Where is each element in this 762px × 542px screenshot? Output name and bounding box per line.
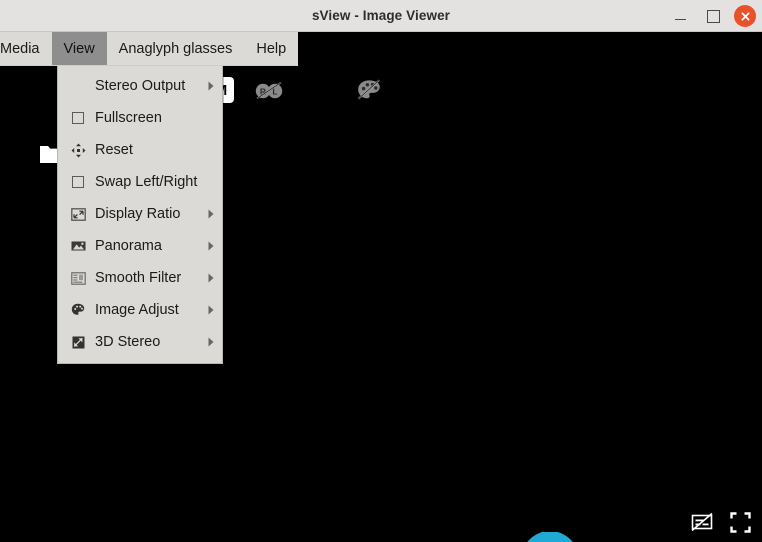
menu-item-image-adjust[interactable]: Image Adjust (58, 294, 222, 326)
title-bar: sView - Image Viewer (0, 0, 762, 32)
menu-bar: Media View Anaglyph glasses Help (0, 32, 299, 66)
viewer-bottom-controls (690, 510, 752, 534)
menu-item-label: Stereo Output (95, 78, 186, 94)
blank-icon (68, 78, 88, 94)
menubar-label: Anaglyph glasses (118, 40, 233, 57)
sview-window: sView - Image Viewer Media View Anaglyph… (0, 0, 762, 542)
palette-icon (68, 302, 88, 318)
window-title: sView - Image Viewer (311, 8, 451, 23)
smooth-filter-icon (68, 270, 88, 286)
menu-item-stereo-output[interactable]: Stereo Output (58, 70, 222, 102)
window-controls (668, 0, 756, 32)
close-button[interactable] (734, 5, 756, 27)
menu-item-3d-stereo[interactable]: 3D Stereo (58, 326, 222, 358)
display-ratio-icon (68, 206, 88, 222)
chevron-right-icon (204, 273, 214, 283)
menubar-item-media[interactable]: Media (0, 32, 52, 65)
menubar-item-view[interactable]: View (51, 32, 107, 65)
chevron-right-icon (204, 81, 214, 91)
chevron-right-icon (204, 305, 214, 315)
menubar-label: View (63, 40, 95, 57)
minimize-button[interactable] (668, 4, 692, 28)
menubar-label: Media (0, 40, 40, 57)
panorama-icon (68, 238, 88, 254)
menu-item-smooth-filter[interactable]: Smooth Filter (58, 262, 222, 294)
menu-item-label: Image Adjust (95, 302, 179, 318)
chevron-right-icon (204, 209, 214, 219)
menu-item-label: Panorama (95, 238, 162, 254)
menu-item-label: Display Ratio (95, 206, 181, 222)
menu-item-label: 3D Stereo (95, 334, 161, 350)
fullscreen-expand-icon[interactable] (728, 510, 752, 534)
palette-off-icon[interactable] (352, 74, 386, 106)
view-dropdown-menu: Stereo Output Fullscreen Reset Swap Left… (57, 66, 223, 364)
subtitles-off-icon[interactable] (690, 510, 714, 534)
menubar-label: Help (256, 40, 287, 57)
stereo-3d-icon (68, 334, 88, 350)
menu-item-swap-left-right[interactable]: Swap Left/Right (58, 166, 222, 198)
menu-item-reset[interactable]: Reset (58, 134, 222, 166)
checkbox-icon[interactable] (68, 174, 88, 190)
menubar-item-anaglyph-glasses[interactable]: Anaglyph glasses (107, 32, 245, 65)
maximize-button[interactable] (701, 4, 725, 28)
connect-watermark-logo: onnect (516, 531, 716, 542)
stereo-glasses-off-icon[interactable]: R L (252, 74, 286, 106)
chevron-right-icon (204, 241, 214, 251)
chevron-right-icon (204, 337, 214, 347)
menu-item-label: Reset (95, 142, 133, 158)
checkbox-icon[interactable] (68, 110, 88, 126)
menu-item-fullscreen[interactable]: Fullscreen (58, 102, 222, 134)
menu-item-label: Swap Left/Right (95, 174, 198, 190)
menu-item-panorama[interactable]: Panorama (58, 230, 222, 262)
move-arrows-icon (68, 142, 88, 158)
menubar-item-help[interactable]: Help (244, 32, 298, 65)
menu-item-label: Smooth Filter (95, 270, 182, 286)
menu-item-display-ratio[interactable]: Display Ratio (58, 198, 222, 230)
menu-item-label: Fullscreen (95, 110, 162, 126)
